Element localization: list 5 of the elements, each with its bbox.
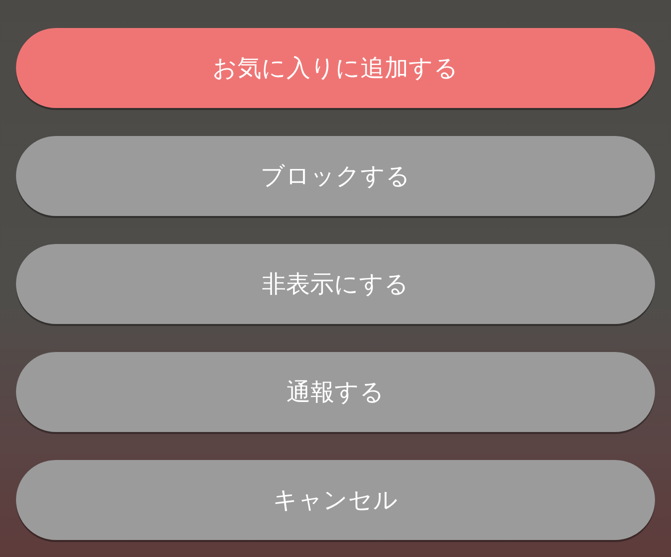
action-button[interactable]: ブロックする — [16, 136, 655, 216]
action-button[interactable]: 通報する — [16, 352, 655, 432]
action-button[interactable]: 非表示にする — [16, 244, 655, 324]
action-button[interactable]: キャンセル — [16, 460, 655, 540]
action-button[interactable]: お気に入りに追加する — [16, 28, 655, 108]
